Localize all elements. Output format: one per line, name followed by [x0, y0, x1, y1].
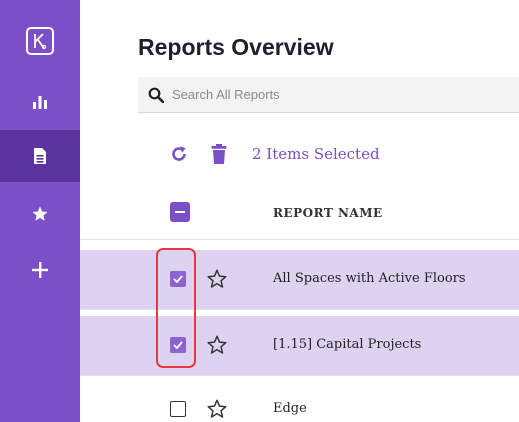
selected-count: 2 Items Selected	[252, 145, 380, 163]
column-header-report-name[interactable]: REPORT NAME	[273, 206, 383, 220]
star-icon	[32, 206, 48, 221]
sidebar-item-reports[interactable]	[0, 130, 80, 182]
bar-chart-icon	[33, 96, 47, 109]
table-row[interactable]: All Spaces with Active Floors	[80, 250, 519, 310]
logo-icon	[26, 27, 54, 55]
highlight-annotation	[156, 248, 196, 368]
page-title: Reports Overview	[138, 34, 334, 60]
select-all-checkbox[interactable]	[170, 202, 190, 222]
table-row[interactable]: Edge	[80, 380, 519, 422]
favorite-star-icon[interactable]	[206, 398, 228, 420]
favorite-star-icon[interactable]	[206, 334, 228, 356]
trash-icon	[211, 144, 227, 164]
report-name[interactable]: [1.15] Capital Projects	[273, 337, 421, 352]
report-name[interactable]: All Spaces with Active Floors	[273, 271, 466, 286]
main-content: Reports Overview 2 Items Selected R	[80, 0, 519, 422]
toolbar: 2 Items Selected	[168, 138, 380, 170]
logo[interactable]	[0, 18, 80, 64]
favorite-star-icon[interactable]	[206, 268, 228, 290]
table-header: REPORT NAME	[80, 188, 519, 240]
refresh-button[interactable]	[168, 142, 190, 166]
table-row[interactable]: [1.15] Capital Projects	[80, 316, 519, 376]
report-name[interactable]: Edge	[273, 401, 307, 416]
sidebar-item-add[interactable]	[0, 244, 80, 296]
search-bar[interactable]	[138, 77, 519, 113]
minus-icon	[175, 211, 185, 213]
row-checkbox[interactable]	[170, 401, 186, 417]
refresh-icon	[172, 146, 186, 161]
search-input[interactable]	[172, 87, 472, 102]
delete-button[interactable]	[208, 142, 230, 166]
search-icon	[148, 87, 164, 103]
sidebar-item-analytics[interactable]	[0, 76, 80, 128]
document-icon	[34, 148, 46, 164]
plus-icon	[32, 262, 48, 278]
sidebar-item-favorites[interactable]	[0, 188, 80, 240]
sidebar	[0, 0, 80, 422]
